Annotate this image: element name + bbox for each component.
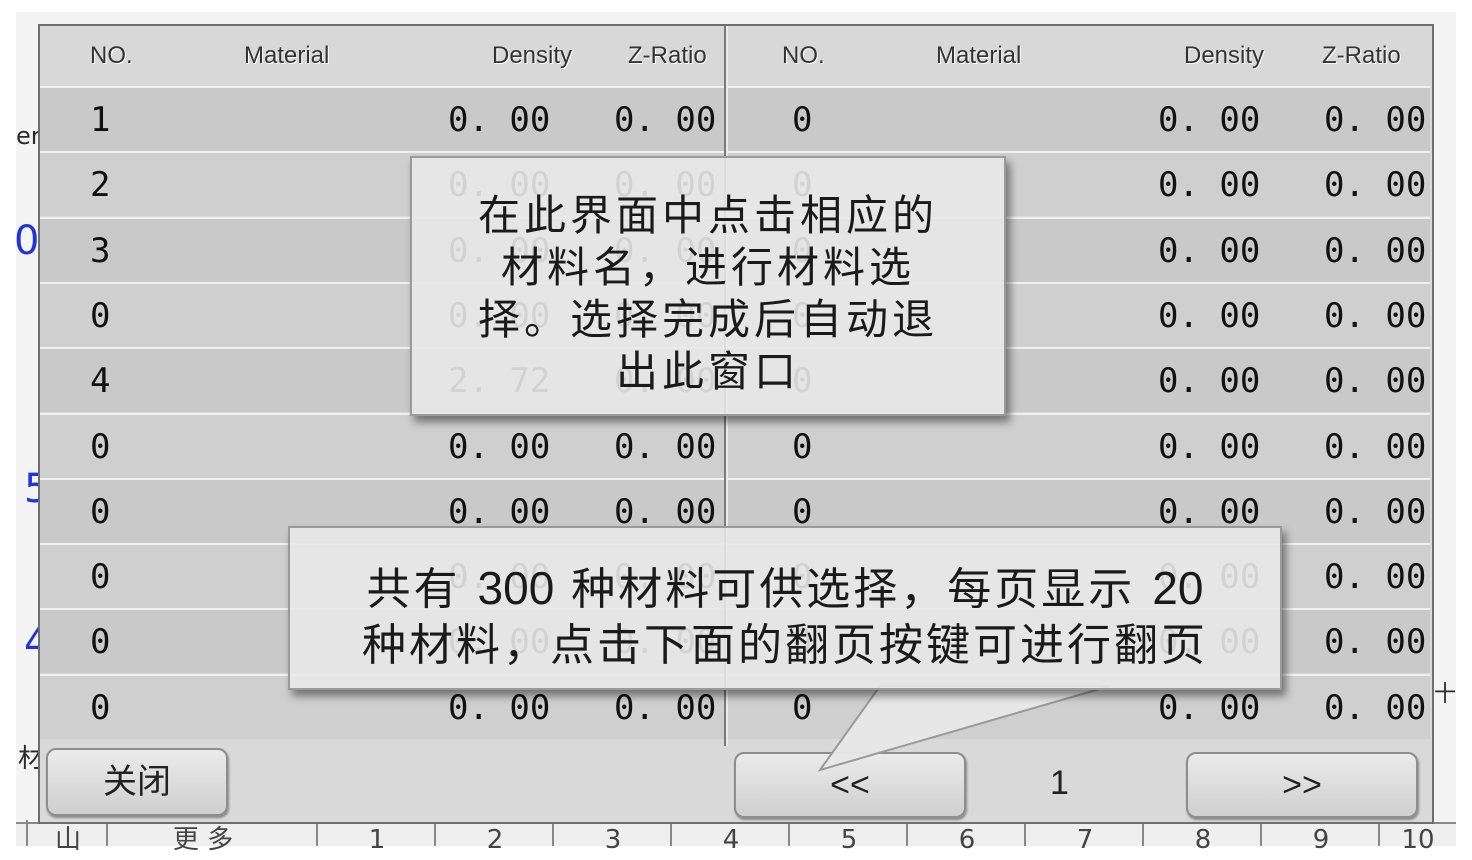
callout-text-b: 种材料可供选择，每页显示 [571,564,1136,615]
zratio-right[interactable]: 0. 00 [1324,492,1426,532]
density-right[interactable]: 0. 00 [1158,688,1260,728]
zratio-right[interactable]: 0. 00 [1324,688,1426,728]
material-no-left[interactable]: 4 [90,361,110,401]
prev-page-button[interactable]: << [734,752,966,818]
header-density-right: Density [1184,42,1265,69]
material-no-left[interactable]: 0 [90,688,110,728]
material-no-right[interactable]: 0 [792,688,812,728]
zratio-left[interactable]: 0. 00 [614,100,716,140]
bg-label-right: 十 [1434,682,1457,707]
density-left[interactable]: 0. 00 [448,427,550,467]
material-no-left[interactable]: 0 [90,622,110,662]
table-row[interactable]: 0 0. 00 0. 00 0 0. 00 0. 00 [40,412,1430,478]
callout-total-count: 300 [477,562,555,614]
callout-top-line-4: 出此窗口 [615,347,800,396]
callout-bottom-line-2: 种材料，点击下面的翻页按键可进行翻页 [362,620,1208,671]
callout-top-line-2: 材料名，进行材料选 [500,243,915,292]
header-no-right: NO. [782,42,825,69]
header-density-left: Density [492,42,573,69]
density-right[interactable]: 0. 00 [1158,165,1260,205]
callout-text-a: 共有 [366,564,461,615]
zratio-right[interactable]: 0. 00 [1324,231,1426,271]
material-no-right[interactable]: 0 [792,427,812,467]
table-header: NO. Material Density Z-Ratio NO. Materia… [40,26,1432,86]
density-left[interactable]: 0. 00 [448,688,550,728]
page-number: 1 [1050,764,1069,802]
material-no-left[interactable]: 0 [90,427,110,467]
callout-top-line-1: 在此界面中点击相应的 [477,191,938,240]
material-no-left[interactable]: 3 [90,231,110,271]
material-no-left[interactable]: 0 [90,557,110,597]
material-no-right[interactable]: 0 [792,100,812,140]
callout-bottom-line-1: 共有 300 种材料可供选择，每页显示 20 [310,560,1260,618]
density-right[interactable]: 0. 00 [1158,100,1260,140]
bg-label-er: er [16,122,41,150]
header-material-right: Material [936,42,1022,69]
callout-per-page-count: 20 [1152,562,1204,614]
zratio-left[interactable]: 0. 00 [614,427,716,467]
next-page-button[interactable]: >> [1186,752,1418,818]
zratio-right[interactable]: 0. 00 [1324,361,1426,401]
density-right[interactable]: 0. 00 [1158,361,1260,401]
header-material-left: Material [244,42,330,69]
bg-value-0: 0 [14,218,40,264]
background-bottom-tabs: 山 更 多 1 2 3 4 5 6 7 8 9 10 [16,820,1456,855]
density-right[interactable]: 0. 00 [1158,231,1260,271]
zratio-right[interactable]: 0. 00 [1324,427,1426,467]
zratio-right[interactable]: 0. 00 [1324,296,1426,336]
material-select-dialog: NO. Material Density Z-Ratio NO. Materia… [38,24,1434,824]
close-button[interactable]: 关闭 [46,748,228,816]
zratio-left[interactable]: 0. 00 [614,688,716,728]
zratio-right[interactable]: 0. 00 [1324,100,1426,140]
density-right[interactable]: 0. 00 [1158,296,1260,336]
zratio-right[interactable]: 0. 00 [1324,165,1426,205]
table-row[interactable]: 1 0. 00 0. 00 0 0. 00 0. 00 [40,86,1430,151]
material-no-left[interactable]: 0 [90,492,110,532]
header-zratio-left: Z-Ratio [628,42,707,69]
material-no-left[interactable]: 2 [90,165,110,205]
instruction-callout-bottom: 共有 300 种材料可供选择，每页显示 20 种材料，点击下面的翻页按键可进行翻… [288,526,1282,690]
callout-top-line-3: 择。选择完成后自动退 [477,295,938,344]
zratio-right[interactable]: 0. 00 [1324,557,1426,597]
density-right[interactable]: 0. 00 [1158,427,1260,467]
density-left[interactable]: 0. 00 [448,100,550,140]
zratio-right[interactable]: 0. 00 [1324,622,1426,662]
material-no-left[interactable]: 0 [90,296,110,336]
header-zratio-right: Z-Ratio [1322,42,1401,69]
instruction-callout-top: 在此界面中点击相应的 材料名，进行材料选 择。选择完成后自动退 出此窗口 [410,156,1006,416]
material-no-left[interactable]: 1 [90,100,110,140]
header-no-left: NO. [90,42,133,69]
